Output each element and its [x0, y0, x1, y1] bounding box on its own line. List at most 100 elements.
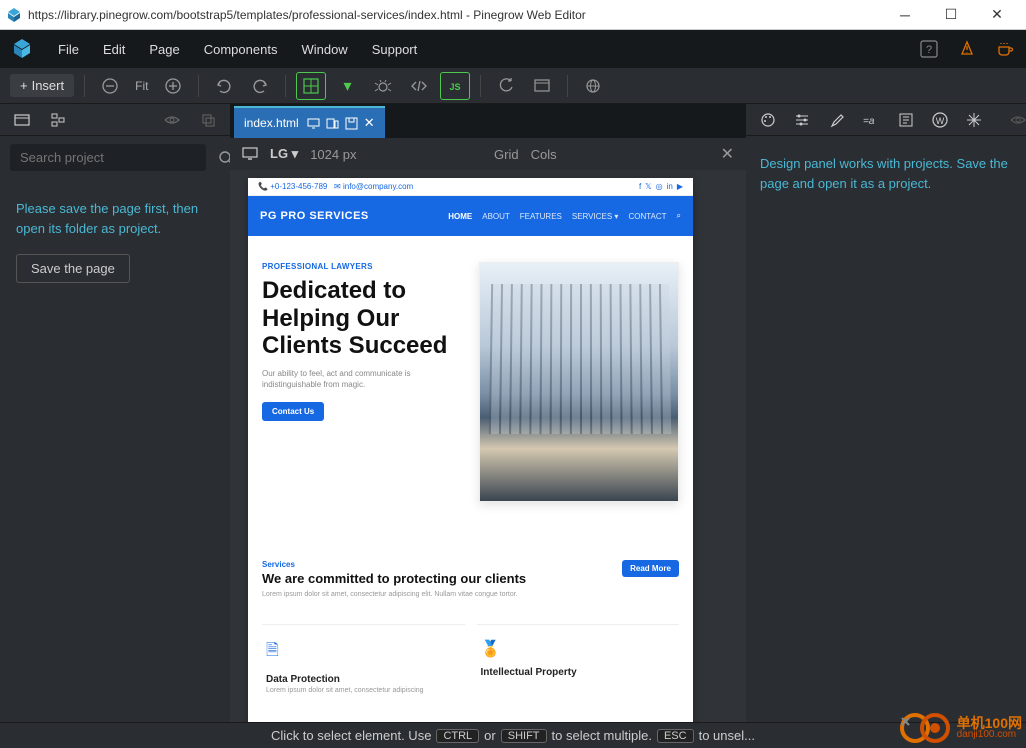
page-canvas[interactable]: 📞 +0-123-456-789 ✉ info@company.com f 𝕏 … [248, 178, 693, 722]
sliders-icon[interactable] [790, 108, 814, 132]
grid-toggle[interactable]: Grid [494, 147, 519, 162]
tools-icon[interactable] [954, 36, 980, 62]
watermark: 单机100网 danji100.com [899, 710, 1022, 746]
maximize-button[interactable]: ☐ [928, 0, 974, 30]
chevron-down-icon[interactable]: ▾ [332, 72, 362, 100]
svg-text:W: W [936, 116, 945, 126]
wordpress-icon[interactable]: W [928, 108, 952, 132]
devices-icon[interactable] [326, 117, 339, 130]
menu-edit[interactable]: Edit [91, 42, 137, 57]
nav-features: FEATURES [520, 212, 562, 221]
insert-button[interactable]: +Insert [10, 74, 74, 97]
tree-view-icon[interactable] [46, 108, 70, 132]
nav-services: SERVICES ▾ [572, 212, 619, 221]
zoom-in-icon[interactable] [158, 72, 188, 100]
watermark-logo-icon [899, 710, 953, 746]
email-icon: ✉ [334, 182, 341, 191]
site-topbar: 📞 +0-123-456-789 ✉ info@company.com f 𝕏 … [248, 178, 693, 196]
services-subtitle: Lorem ipsum dolor sit amet, consectetur … [262, 591, 610, 598]
services-eyebrow: Services [262, 560, 610, 569]
tab-label: index.html [244, 116, 299, 130]
canvas-header: LG ▾ 1024 px Grid Cols ✕ [230, 138, 746, 170]
menu-components[interactable]: Components [192, 42, 290, 57]
device-icon[interactable] [242, 147, 258, 161]
project-message: Please save the page first, then open it… [0, 179, 230, 250]
site-services: Services We are committed to protecting … [248, 538, 693, 722]
globe-icon[interactable] [578, 72, 608, 100]
site-hero: PROFESSIONAL LAWYERS Dedicated to Helpin… [248, 236, 693, 538]
main-area: Please save the page first, then open it… [0, 104, 1026, 722]
browser-preview-icon[interactable] [527, 72, 557, 100]
nav-search-icon: ⌕ [677, 211, 681, 221]
site-nav: PG PRO SERVICES HOME ABOUT FEATURES SERV… [248, 196, 693, 236]
divider [84, 75, 85, 97]
window-titlebar: https://library.pinegrow.com/bootstrap5/… [0, 0, 1026, 30]
close-window-button[interactable]: ✕ [974, 0, 1020, 30]
watermark-title: 单机100网 [957, 716, 1022, 730]
menu-support[interactable]: Support [360, 42, 430, 57]
watermark-url: danji100.com [957, 730, 1022, 740]
js-icon[interactable]: JS [440, 72, 470, 100]
left-panel: Please save the page first, then open it… [0, 104, 230, 722]
nav-about: ABOUT [482, 212, 510, 221]
cols-toggle[interactable]: Cols [531, 147, 557, 162]
svg-text:JS: JS [450, 82, 461, 92]
app-icon [6, 7, 22, 23]
tab-index-html[interactable]: index.html ✕ [234, 106, 385, 138]
close-canvas-icon[interactable]: ✕ [721, 144, 734, 164]
design-panel-icon[interactable] [756, 108, 780, 132]
statusbar: Click to select element. Use CTRL or SHI… [0, 722, 1026, 748]
copy-panel-icon[interactable] [196, 108, 220, 132]
kbd-esc: ESC [657, 729, 694, 743]
help-icon[interactable]: ? [916, 36, 942, 62]
hero-eyebrow: PROFESSIONAL LAWYERS [262, 262, 465, 271]
hero-subtitle: Our ability to feel, act and communicate… [262, 368, 465, 390]
interactions-icon[interactable] [962, 108, 986, 132]
badge-icon: 🏅 [481, 639, 676, 659]
status-text: Click to select element. Use [271, 728, 431, 743]
brush-icon[interactable] [824, 108, 848, 132]
breakpoint-label[interactable]: LG ▾ [270, 146, 298, 162]
divider [480, 75, 481, 97]
undo-icon[interactable] [209, 72, 239, 100]
redo-icon[interactable] [245, 72, 275, 100]
minimize-button[interactable]: ─ [882, 0, 928, 30]
menu-window[interactable]: Window [289, 42, 359, 57]
code-icon[interactable] [404, 72, 434, 100]
eye-icon[interactable] [1006, 108, 1026, 132]
search-project-input[interactable] [10, 144, 206, 171]
menu-page[interactable]: Page [137, 42, 191, 57]
card-title: Data Protection [266, 674, 461, 685]
eye-icon[interactable] [160, 108, 184, 132]
facebook-icon: f [639, 182, 641, 191]
save-tab-icon[interactable] [345, 117, 358, 130]
divider [285, 75, 286, 97]
desktop-icon[interactable] [307, 117, 320, 130]
menubar: File Edit Page Components Window Support… [0, 30, 1026, 68]
actions-icon[interactable] [894, 108, 918, 132]
pinegrow-logo-icon [8, 35, 36, 63]
window-title: https://library.pinegrow.com/bootstrap5/… [28, 8, 882, 22]
attributes-icon[interactable]: =a [858, 108, 884, 132]
service-card: 🏅 Intellectual Property [477, 624, 680, 708]
plus-icon: + [20, 78, 28, 93]
hero-title: Dedicated to Helping Our Clients Succeed [262, 277, 465, 360]
refresh-icon[interactable] [491, 72, 521, 100]
project-view-icon[interactable] [10, 108, 34, 132]
twitter-icon: 𝕏 [645, 182, 651, 191]
nav-contact: CONTACT [628, 212, 666, 221]
bug-icon[interactable] [368, 72, 398, 100]
card-title: Intellectual Property [481, 667, 676, 678]
visual-helpers-icon[interactable] [296, 72, 326, 100]
phone-icon: 📞 [258, 182, 268, 191]
fit-label[interactable]: Fit [135, 79, 148, 93]
hero-cta-button: Contact Us [262, 402, 324, 421]
zoom-out-icon[interactable] [95, 72, 125, 100]
right-panel: =a W Design panel works with projects. S… [746, 104, 1026, 722]
save-page-button[interactable]: Save the page [16, 254, 130, 283]
close-tab-icon[interactable]: ✕ [364, 115, 375, 131]
services-title: We are committed to protecting our clien… [262, 571, 610, 587]
coffee-icon[interactable] [992, 36, 1018, 62]
linkedin-icon: in [667, 182, 673, 191]
menu-file[interactable]: File [46, 42, 91, 57]
